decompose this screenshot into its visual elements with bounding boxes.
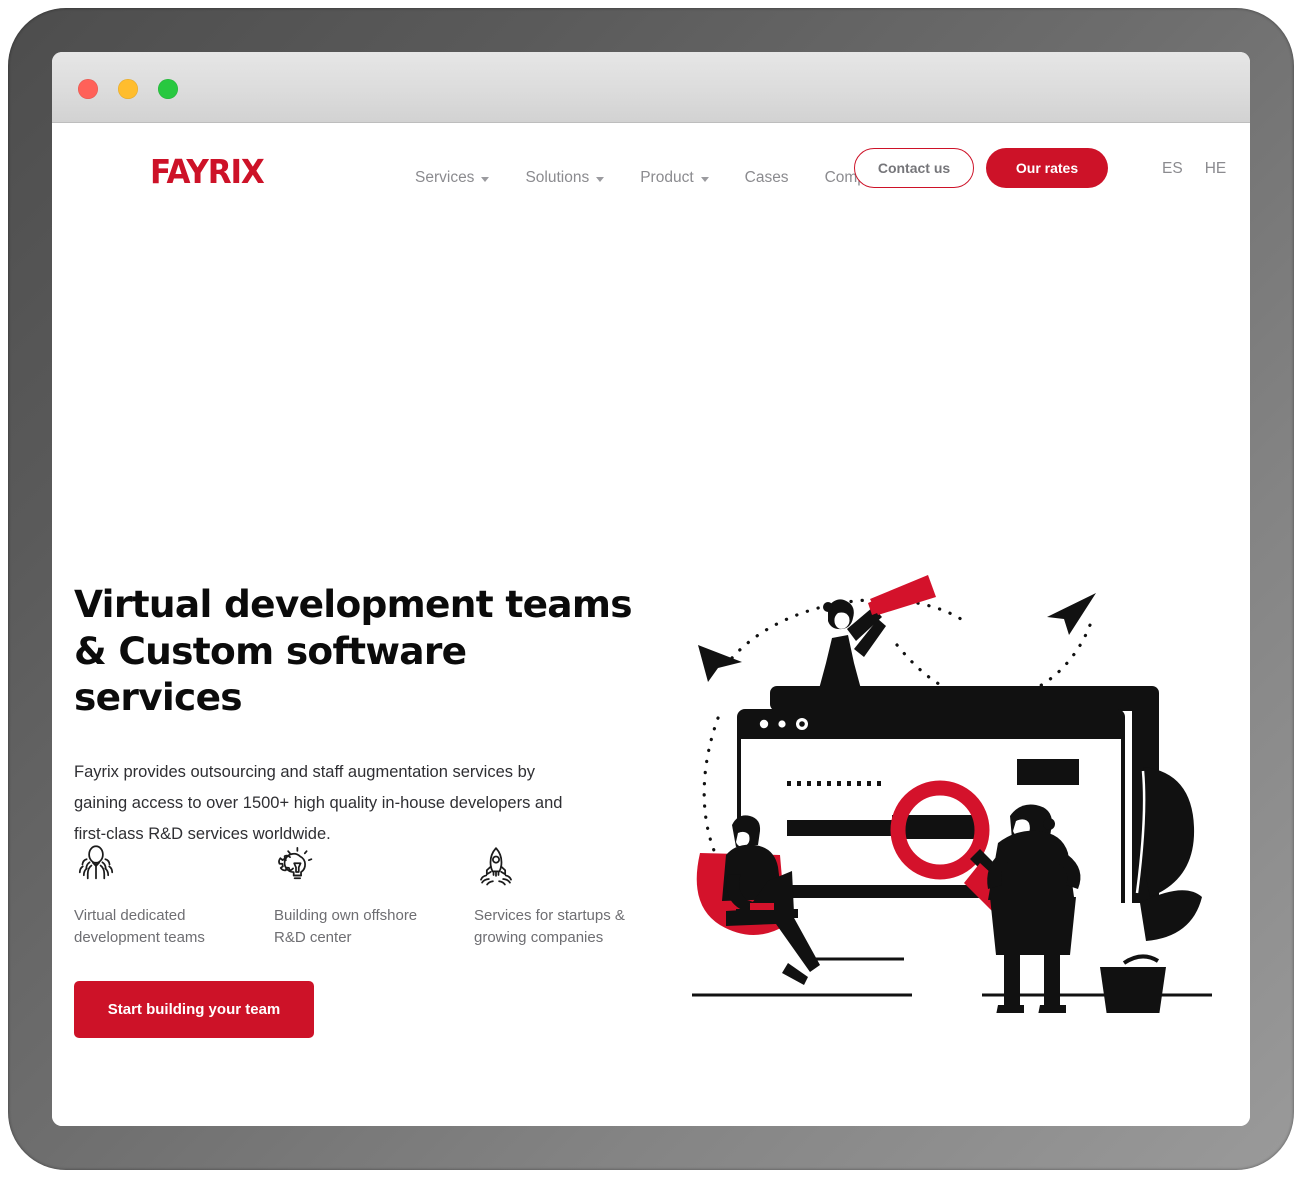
chevron-down-icon — [700, 177, 709, 182]
hero-subtitle: Fayrix provides outsourcing and staff au… — [74, 762, 563, 844]
contact-us-button[interactable]: Contact us — [854, 148, 974, 188]
browser-window: FAYRIX Services Solutions Product Cases — [52, 52, 1250, 1126]
feature-item-offshore-rd: Building own offshore R&D center — [274, 843, 474, 949]
illustration-woman-standing — [987, 804, 1081, 1013]
rocket-icon — [480, 847, 512, 886]
site-logo[interactable]: FAYRIX — [150, 155, 265, 188]
illustration-back-panel-bar — [770, 686, 1152, 711]
language-switcher: ES HE — [1162, 160, 1226, 178]
language-link-es[interactable]: ES — [1162, 160, 1183, 178]
feature-label: Services for startups & growing companie… — [474, 907, 625, 947]
hero-title: Virtual development teams & Custom softw… — [74, 582, 633, 719]
nav-item-cases[interactable]: Cases — [745, 169, 789, 187]
arrow-head-left-icon — [698, 645, 742, 682]
nav-item-product[interactable]: Product — [640, 169, 709, 187]
nav-item-label: Cases — [744, 169, 789, 186]
nav-item-label: Solutions — [525, 169, 590, 186]
browser-titlebar — [52, 52, 1250, 123]
start-building-your-team-button[interactable]: Start building your team — [74, 981, 314, 1038]
chevron-down-icon — [481, 177, 490, 182]
feature-label: Virtual dedicated development teams — [74, 907, 205, 947]
illustration-man-with-laptop — [696, 815, 820, 985]
site-header: FAYRIX Services Solutions Product Cases — [52, 123, 1250, 219]
window-close-button[interactable] — [78, 79, 98, 99]
nav-item-solutions[interactable]: Solutions — [525, 169, 605, 187]
nav-item-label: Services — [415, 169, 475, 186]
nav-item-services[interactable]: Services — [415, 169, 490, 187]
hero-feature-list: Virtual dedicated development teams Buil… — [74, 843, 694, 949]
feature-item-virtual-teams: Virtual dedicated development teams — [74, 843, 274, 949]
dotted-arc-bottom-left — [702, 716, 724, 870]
window-maximize-button[interactable] — [158, 79, 178, 99]
lightbulb-gear-icon — [278, 846, 313, 880]
team-icon — [78, 845, 114, 880]
language-link-he[interactable]: HE — [1205, 160, 1227, 178]
feature-item-startups: Services for startups & growing companie… — [474, 843, 674, 949]
feature-label: Building own offshore R&D center — [274, 907, 418, 947]
hero-illustration — [692, 575, 1212, 1013]
our-rates-button[interactable]: Our rates — [986, 148, 1108, 188]
main-navigation: Services Solutions Product Cases Company — [415, 169, 906, 187]
arrow-head-right-icon — [1047, 593, 1096, 635]
page-viewport: FAYRIX Services Solutions Product Cases — [52, 123, 1250, 1126]
window-minimize-button[interactable] — [118, 79, 138, 99]
chevron-down-icon — [596, 177, 605, 182]
illustration-plant — [1100, 767, 1202, 1013]
hero-copy: Virtual development teams & Custom softw… — [74, 581, 634, 851]
nav-item-label: Product — [640, 169, 694, 186]
